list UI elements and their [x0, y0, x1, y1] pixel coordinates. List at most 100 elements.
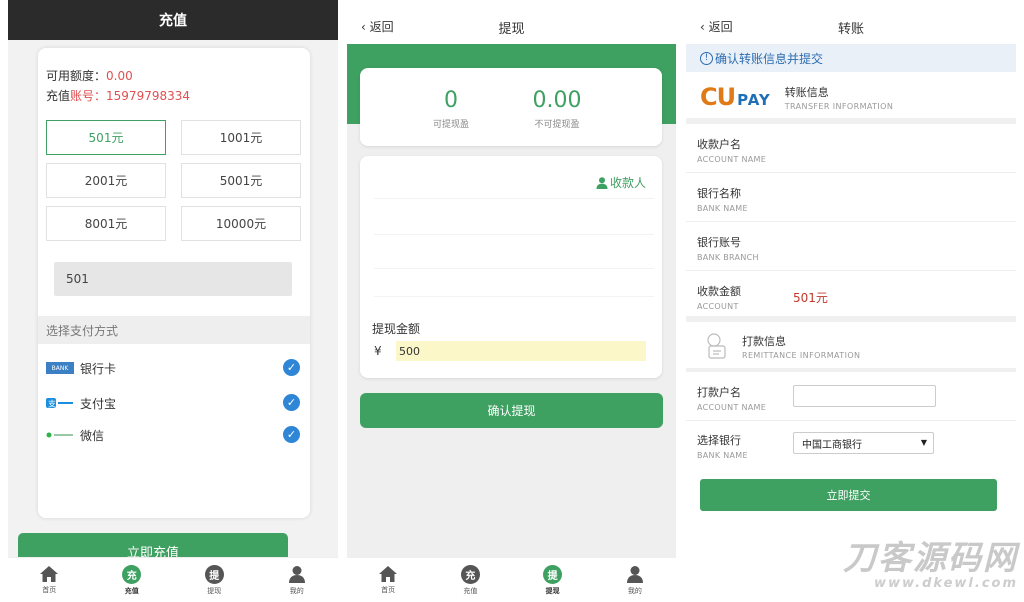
recharge-icon: 充 [460, 564, 480, 584]
pay-method-bank[interactable]: BANK 银行卡 ✓ [46, 357, 302, 379]
bottom-nav: 首页 充 充值 提 提现 我的 [8, 557, 338, 602]
watermark: 刀客源码网 www.dkewl.com [818, 538, 1018, 592]
amount-option[interactable]: 501元 [46, 120, 166, 155]
nav-item-recharge[interactable]: 充 充值 [429, 558, 511, 602]
withdraw-icon: 提 [543, 564, 563, 584]
withdraw-amount-label: 提现金额 [372, 322, 421, 336]
page-title: 充值 [159, 13, 187, 29]
nav-item-withdraw[interactable]: 提 提现 [173, 558, 256, 602]
recharge-account-value: 15979798334 [106, 89, 191, 103]
recharge-icon: 充 [122, 564, 142, 584]
available-credit-label: 可用额度： [46, 69, 107, 83]
home-icon [379, 566, 398, 582]
pay-method-label: 支付宝 [80, 396, 117, 411]
payee-label: 收款人 [609, 176, 646, 190]
withdrawable-balance: 0 可提现盈 [396, 88, 506, 130]
withdraw-icon: 提 [204, 564, 224, 584]
bank-account-row: 银行账号 BANK BRANCH [686, 222, 1016, 271]
nav-item-home[interactable]: 首页 [347, 558, 429, 602]
field-sublabel: BANK NAME [697, 204, 748, 213]
pay-method-wechat[interactable]: 微信 ✓ [46, 424, 302, 446]
withdraw-topbar: ‹ 返回 提现 [347, 0, 676, 44]
section-title: 打款信息 REMITTANCE INFORMATION [742, 333, 860, 360]
home-icon [40, 566, 59, 582]
amount-option[interactable]: 1001元 [181, 120, 301, 155]
cupay-logo: CU PAY [700, 83, 771, 111]
account-info: 可用额度：0.00 充值账号：15979798334 [38, 48, 310, 106]
amount-option[interactable]: 2001元 [46, 163, 166, 198]
wechat-icon [46, 429, 74, 441]
amount-option[interactable]: 5001元 [181, 163, 301, 198]
bank-card-icon: BANK [46, 362, 74, 374]
remittance-info-header: 打款信息 REMITTANCE INFORMATION [686, 326, 1016, 366]
payer-name-input[interactable] [793, 385, 936, 407]
amount-options: 501元 1001元 2001元 5001元 8001元 10000元 [46, 120, 302, 241]
nav-item-mine[interactable]: 我的 [594, 558, 676, 602]
amount-value: 501元 [793, 291, 828, 305]
withdraw-form-card: 收款人 提现金额 ¥ 500 [360, 156, 662, 378]
pay-method-label: 微信 [80, 428, 105, 443]
amount-input[interactable]: 501 [54, 262, 292, 296]
bank-select-value: 中国工商银行 [802, 439, 862, 451]
svg-text:支: 支 [48, 399, 56, 409]
divider [374, 296, 654, 297]
withdraw-screen: ‹ 返回 提现 0 可提现盈 0.00 不可提现盈 收款人 提现金额 ¥ 500… [347, 0, 676, 602]
amount-option[interactable]: 10000元 [181, 206, 301, 241]
field-label: 收款金额 [697, 285, 741, 298]
info-icon: ! [700, 51, 713, 65]
recharge-account-label: 充值 [46, 89, 71, 103]
screenshot-root: 充值 可用额度：0.00 充值账号：15979798334 501元 1001元… [0, 0, 1024, 602]
section-title-cn: 打款信息 [742, 334, 786, 348]
pay-method-section-title: 选择支付方式 [38, 316, 310, 344]
payer-name-row: 打款户名 ACCOUNT NAME [686, 372, 1016, 421]
transfer-topbar: ‹ 返回 转账 [686, 0, 1016, 44]
bottom-nav: 首页 充 充值 提 提现 我的 [347, 557, 676, 602]
withdrawable-value: 0 [444, 88, 458, 113]
page-title: 提现 [498, 22, 525, 37]
nav-item-home[interactable]: 首页 [8, 558, 91, 602]
caret-down-icon: ▼ [920, 438, 927, 447]
nav-item-mine[interactable]: 我的 [256, 558, 339, 602]
nav-item-recharge[interactable]: 充 充值 [91, 558, 174, 602]
nav-label: 提现 [207, 586, 222, 595]
divider [374, 234, 654, 235]
field-sublabel: ACCOUNT NAME [697, 155, 767, 164]
transfer-info-header: CU PAY 转账信息 TRANSFER INFORMATION [686, 78, 1016, 116]
check-icon[interactable]: ✓ [283, 359, 300, 376]
recharge-card: 可用额度：0.00 充值账号：15979798334 501元 1001元 20… [38, 48, 310, 518]
nav-label: 我的 [289, 586, 304, 595]
bank-select[interactable]: 中国工商银行 ▼ [793, 432, 934, 454]
nav-label: 提现 [545, 586, 560, 595]
divider [374, 268, 654, 269]
pay-method-alipay[interactable]: 支 支付宝 ✓ [46, 392, 302, 414]
check-icon[interactable]: ✓ [283, 426, 300, 443]
watermark-title: 刀客源码网 [843, 538, 1018, 577]
check-icon[interactable]: ✓ [283, 394, 300, 411]
recharge-account-label-suffix: 账号： [70, 89, 107, 103]
available-credit-value: 0.00 [106, 69, 133, 83]
non-withdrawable-label: 不可提现盈 [534, 120, 580, 130]
section-title-en: TRANSFER INFORMATION [784, 101, 894, 111]
nav-label: 我的 [627, 586, 642, 595]
nav-item-withdraw[interactable]: 提 提现 [512, 558, 594, 602]
confirm-withdraw-button[interactable]: 确认提现 [360, 393, 663, 428]
person-icon [596, 176, 608, 189]
section-divider [686, 316, 1016, 322]
transfer-submit-button[interactable]: 立即提交 [700, 479, 997, 511]
payee-button[interactable]: 收款人 [596, 174, 646, 191]
amount-option[interactable]: 8001元 [46, 206, 166, 241]
notice-text: 确认转账信息并提交 [715, 51, 824, 66]
field-sublabel: BANK BRANCH [697, 253, 759, 262]
recharge-screen: 充值 可用额度：0.00 充值账号：15979798334 501元 1001元… [8, 0, 338, 602]
divider [374, 198, 654, 199]
alipay-icon: 支 [46, 397, 74, 409]
field-label: 收款户名 [697, 138, 741, 151]
withdraw-amount-input[interactable]: 500 [396, 341, 646, 361]
bank-select-row: 选择银行 BANK NAME 中国工商银行 ▼ [686, 420, 1016, 469]
withdraw-amount-row: ¥ 500 [374, 340, 660, 362]
user-icon [288, 565, 305, 583]
document-icon [707, 333, 726, 359]
pay-method-label: 银行卡 [80, 361, 117, 376]
available-credit-row: 可用额度：0.00 [46, 66, 302, 86]
bank-name-row: 银行名称 BANK NAME [686, 173, 1016, 222]
